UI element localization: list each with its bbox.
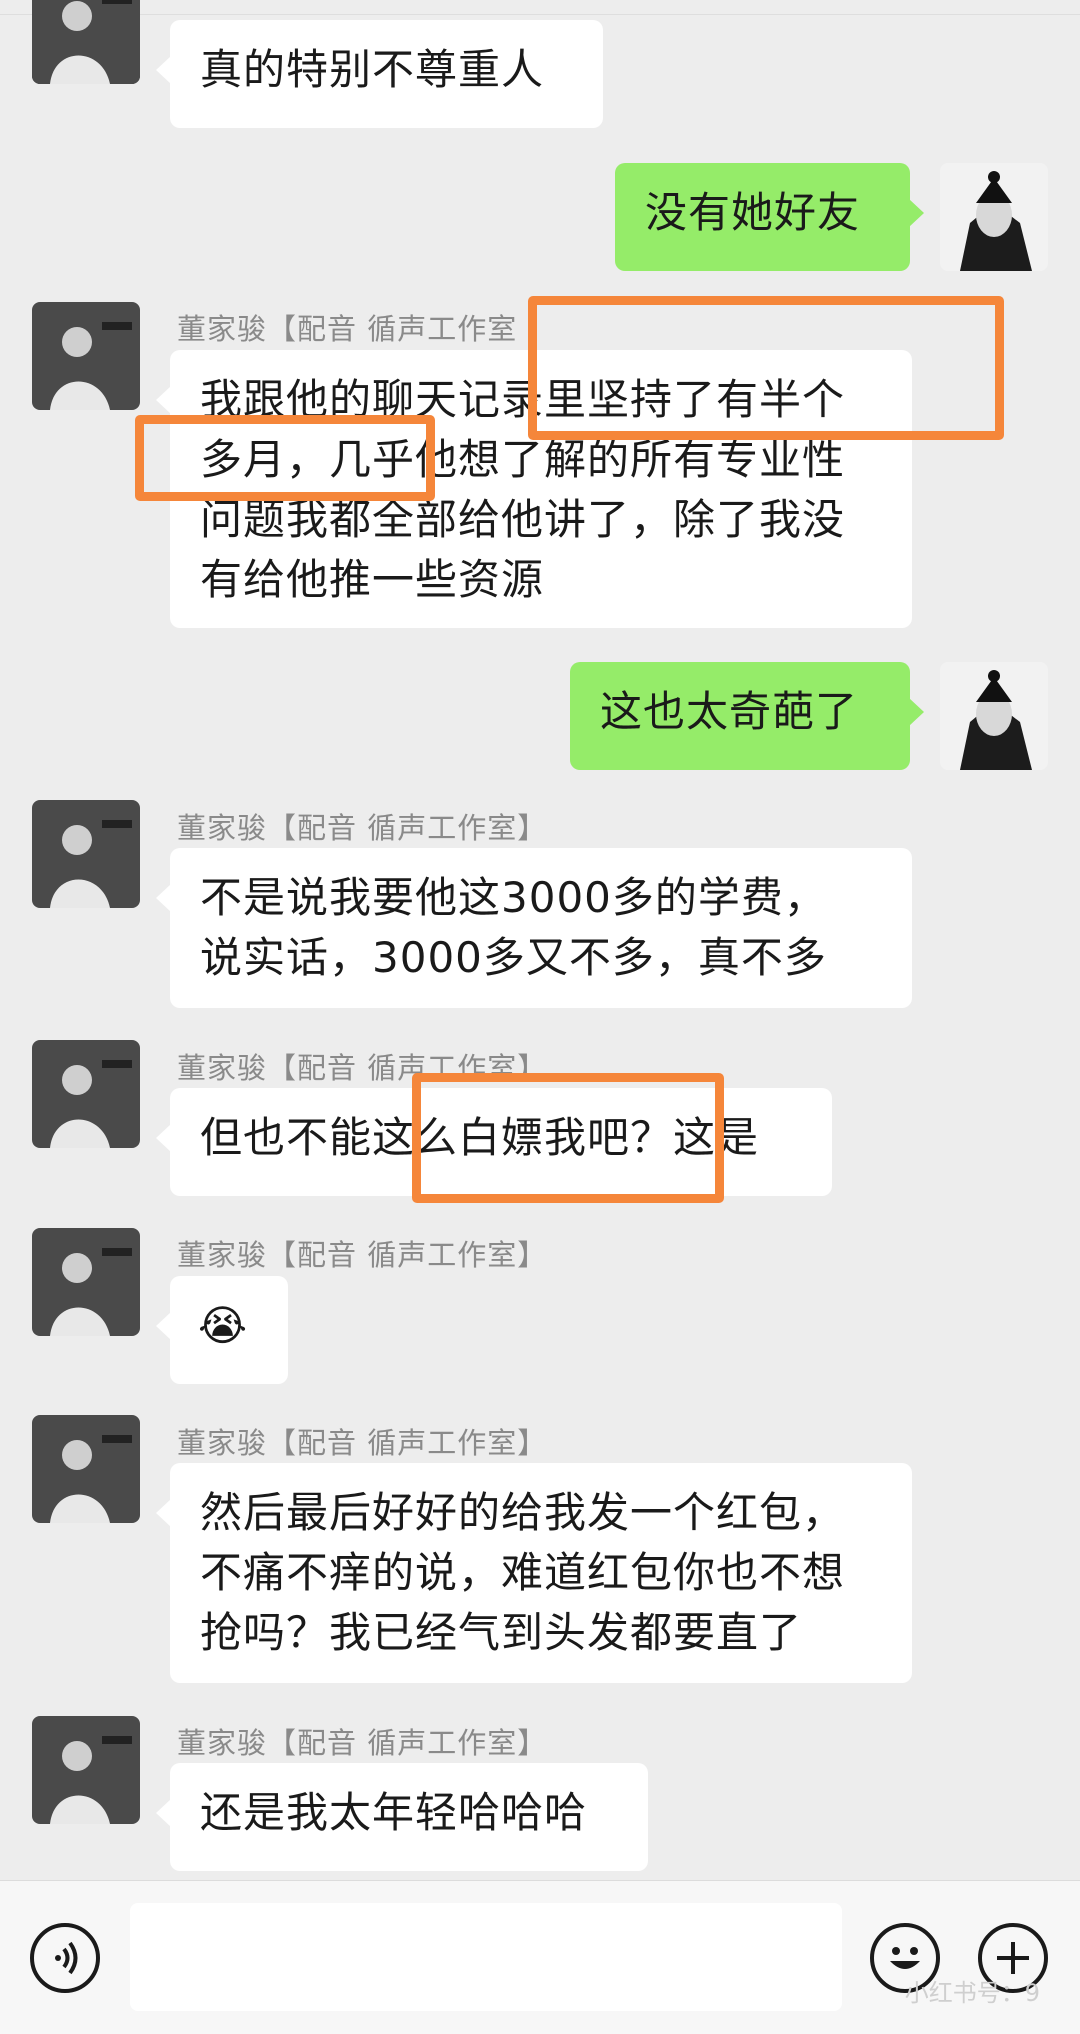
top-divider <box>0 0 1080 15</box>
crying-emoji: 😭 <box>198 1301 249 1350</box>
message-line: 有给他推一些资源 <box>200 555 545 604</box>
input-bar: 小红书号：9 <box>0 1880 1080 2034</box>
message-bubble[interactable]: 不是说我要他这3000多的学费， 说实话，3000多又不多，真不多 <box>156 848 912 1008</box>
message-text: 这也太奇葩了 <box>600 687 859 736</box>
message-bubble[interactable]: 真的特别不尊重人 <box>156 20 603 128</box>
voice-button[interactable] <box>30 1923 100 1993</box>
voice-icon <box>55 1941 78 1975</box>
contact-avatar[interactable] <box>32 1040 140 1148</box>
message-bubble-outgoing[interactable]: 这也太奇葩了 <box>570 662 924 770</box>
chat-screen: 真的特别不尊重人 没有她好友 董家骏【配音 循声工作室 我跟他的聊天记录里坚持了… <box>0 0 1080 2034</box>
sender-name: 董家骏【配音 循声工作室】 <box>177 1238 548 1272</box>
contact-avatar[interactable] <box>32 0 140 84</box>
message-text: 没有她好友 <box>645 188 861 237</box>
message-input[interactable] <box>130 1903 842 2011</box>
message-line: 不痛不痒的说，难道红包你也不想 <box>200 1548 846 1597</box>
highlight-box <box>412 1073 724 1203</box>
message-bubble[interactable]: 😭 <box>156 1276 288 1384</box>
message-line: 说实话，3000多又不多，真不多 <box>200 933 827 982</box>
contact-avatar[interactable] <box>32 302 140 410</box>
contact-avatar[interactable] <box>32 1228 140 1336</box>
my-avatar[interactable] <box>940 662 1048 770</box>
message-bubble[interactable]: 然后最后好好的给我发一个红包， 不痛不痒的说，难道红包你也不想 抢吗？我已经气到… <box>156 1463 912 1683</box>
contact-avatar[interactable] <box>32 800 140 908</box>
sender-name: 董家骏【配音 循声工作室】 <box>177 1426 548 1460</box>
highlight-box <box>528 296 1004 440</box>
contact-avatar[interactable] <box>32 1415 140 1523</box>
message-text: 真的特别不尊重人 <box>200 45 545 94</box>
message-line: 不是说我要他这3000多的学费， <box>200 873 827 922</box>
message-line: 抢吗？我已经气到头发都要直了 <box>200 1608 803 1657</box>
my-avatar[interactable] <box>940 163 1048 271</box>
sender-name: 董家骏【配音 循声工作室】 <box>177 811 548 845</box>
sender-name: 董家骏【配音 循声工作室】 <box>177 1726 548 1760</box>
message-line: 然后最后好好的给我发一个红包， <box>200 1488 846 1537</box>
message-bubble-outgoing[interactable]: 没有她好友 <box>615 163 924 271</box>
highlight-box <box>135 415 435 501</box>
message-text: 还是我太年轻哈哈哈 <box>200 1788 588 1837</box>
message-bubble[interactable]: 还是我太年轻哈哈哈 <box>156 1763 648 1871</box>
contact-avatar[interactable] <box>32 1716 140 1824</box>
sender-name: 董家骏【配音 循声工作室 <box>177 312 518 346</box>
watermark: 小红书号：9 <box>904 1979 1040 2007</box>
